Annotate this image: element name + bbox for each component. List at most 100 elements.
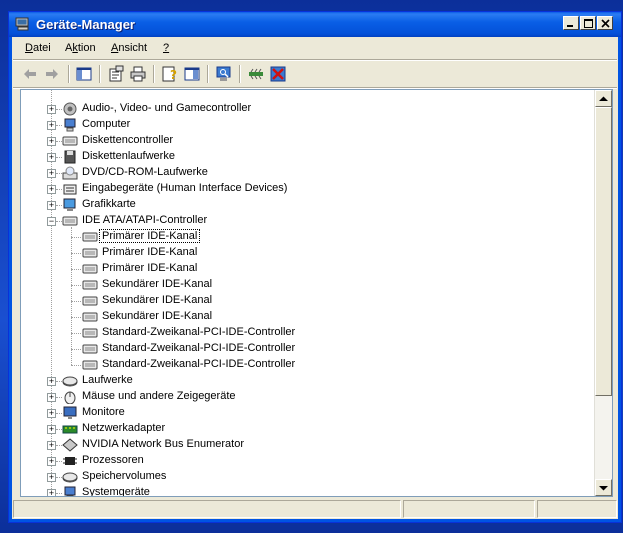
tree-item[interactable]: + Grafikkarte [21, 197, 591, 213]
expand-toggle[interactable]: + [47, 473, 56, 482]
scan-hardware-button[interactable] [215, 65, 233, 83]
tree-item-label: Sekundärer IDE-Kanal [102, 310, 213, 322]
tree-item[interactable]: + Eingabegeräte (Human Interface Devices) [21, 181, 591, 197]
tree-item[interactable]: + Diskettenlaufwerke [21, 149, 591, 165]
tree-item-label: Audio-, Video- und Gamecontroller [82, 102, 252, 114]
tree-item-label: IDE ATA/ATAPI-Controller [82, 214, 208, 226]
uninstall-device-button[interactable] [269, 65, 287, 83]
tree-item[interactable]: Sekundärer IDE-Kanal [21, 293, 591, 309]
menu-datei-rest: atei [32, 42, 51, 54]
vertical-scrollbar[interactable] [594, 90, 612, 496]
tree-item[interactable]: + Speichervolumes [21, 469, 591, 485]
tree-item[interactable]: + Monitore [21, 405, 591, 421]
expand-toggle[interactable]: + [47, 201, 56, 210]
maximize-button[interactable] [580, 16, 596, 30]
expand-toggle[interactable]: + [47, 377, 56, 386]
tree-item[interactable]: + Mäuse und andere Zeigegeräte [21, 389, 591, 405]
menu-ansicht[interactable]: Ansicht [111, 42, 147, 54]
tree-item[interactable]: Standard-Zweikanal-PCI-IDE-Controller [21, 325, 591, 341]
tree-connector [71, 349, 81, 350]
disable-device-button[interactable] [247, 65, 265, 83]
toolbar-separator [68, 65, 70, 83]
tree-item[interactable]: − IDE ATA/ATAPI-Controller [21, 213, 591, 229]
tree-item[interactable]: Primärer IDE-Kanal [21, 245, 591, 261]
tree-item[interactable]: Primärer IDE-Kanal [21, 261, 591, 277]
tree-item[interactable]: + DVD/CD-ROM-Laufwerke [21, 165, 591, 181]
controller-icon [62, 216, 78, 226]
tree-item[interactable]: + Computer [21, 117, 591, 133]
properties-button[interactable] [107, 65, 125, 83]
tree-item[interactable]: + Systemgeräte [21, 485, 591, 497]
scroll-down-button[interactable] [595, 479, 612, 496]
device-tree[interactable]: + Audio-, Video- und Gamecontroller + Compu… [20, 89, 613, 497]
tree-item[interactable]: + Prozessoren [21, 453, 591, 469]
tree-item[interactable]: Standard-Zweikanal-PCI-IDE-Controller [21, 357, 591, 373]
expand-toggle[interactable]: + [47, 393, 56, 402]
help-icon: ? [162, 66, 177, 82]
monitor-icon [63, 406, 77, 419]
status-panel-2 [403, 500, 535, 518]
collapse-toggle[interactable]: − [47, 217, 56, 226]
tree-item[interactable]: + Audio-, Video- und Gamecontroller [21, 101, 591, 117]
device-manager-app-icon [15, 17, 29, 31]
mouse-icon [64, 391, 76, 404]
computer-icon [64, 486, 76, 496]
tree-item[interactable]: + Netzwerkadapter [21, 421, 591, 437]
help-button[interactable]: ? [161, 65, 179, 83]
close-icon [600, 18, 610, 28]
back-button[interactable] [21, 65, 39, 83]
drive-icon [62, 376, 78, 387]
print-button[interactable] [129, 65, 147, 83]
expand-toggle[interactable]: + [47, 489, 56, 496]
tree-item-label: Diskettenlaufwerke [82, 150, 175, 162]
controller-icon [62, 136, 78, 146]
expand-toggle[interactable]: + [47, 105, 56, 114]
tree-item[interactable]: Primärer IDE-Kanal [21, 229, 591, 245]
controller-icon [82, 312, 98, 322]
menu-aktion[interactable]: Aktion [65, 42, 96, 54]
properties-icon [109, 65, 124, 82]
minimize-button[interactable] [563, 16, 579, 30]
forward-button[interactable] [43, 65, 61, 83]
tree-connector [71, 301, 81, 302]
drive-icon [62, 472, 78, 483]
print-icon [130, 66, 146, 82]
cdrom-icon [62, 166, 78, 180]
tree-item-label: Speichervolumes [82, 470, 167, 482]
expand-toggle[interactable]: + [47, 425, 56, 434]
status-panel-3 [537, 500, 617, 518]
expand-toggle[interactable]: + [47, 409, 56, 418]
svg-text:?: ? [170, 68, 177, 82]
tree-connector [71, 253, 81, 254]
tree-item-label: Systemgeräte [82, 486, 150, 497]
title-bar[interactable]: Geräte-Manager [9, 12, 621, 37]
tree-item[interactable]: Sekundärer IDE-Kanal [21, 309, 591, 325]
menu-separator [13, 59, 617, 61]
tree-item[interactable]: + Laufwerke [21, 373, 591, 389]
controller-icon [82, 264, 98, 274]
show-hide-tree-icon [76, 67, 92, 81]
expand-toggle[interactable]: + [47, 441, 56, 450]
expand-toggle[interactable]: + [47, 185, 56, 194]
tree-item[interactable]: Standard-Zweikanal-PCI-IDE-Controller [21, 341, 591, 357]
scroll-thumb[interactable] [595, 107, 612, 396]
tree-item[interactable]: + NVIDIA Network Bus Enumerator [21, 437, 591, 453]
maximize-icon [583, 18, 593, 28]
show-hide-tree-button[interactable] [75, 65, 93, 83]
expand-toggle[interactable]: + [47, 137, 56, 146]
menu-help[interactable]: ? [163, 42, 169, 54]
tree-item[interactable]: + Diskettencontroller [21, 133, 591, 149]
menu-datei[interactable]: Datei [25, 42, 51, 54]
toolbar: ? [13, 62, 617, 86]
close-button[interactable] [597, 16, 613, 30]
expand-toggle[interactable]: + [47, 153, 56, 162]
scroll-up-button[interactable] [595, 90, 612, 107]
toolbar-separator [207, 65, 209, 83]
back-arrow-icon [24, 69, 36, 79]
show-pane-button[interactable] [183, 65, 201, 83]
expand-toggle[interactable]: + [47, 121, 56, 130]
status-panel-main [13, 500, 401, 518]
expand-toggle[interactable]: + [47, 169, 56, 178]
tree-item[interactable]: Sekundärer IDE-Kanal [21, 277, 591, 293]
expand-toggle[interactable]: + [47, 457, 56, 466]
